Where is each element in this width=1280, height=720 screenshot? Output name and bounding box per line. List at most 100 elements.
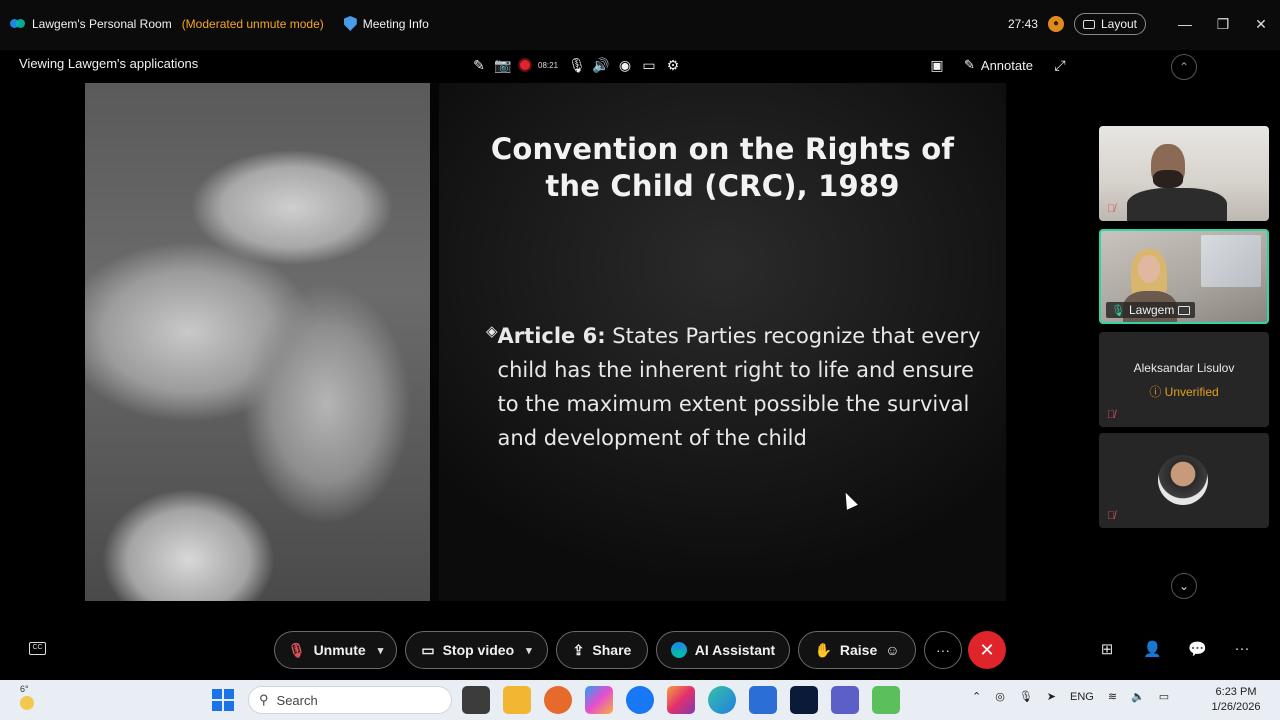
task-view-icon[interactable] <box>462 686 490 714</box>
chat-icon[interactable]: 💬 <box>1188 640 1207 658</box>
unmute-button[interactable]: 🎙 Unmute ▾ <box>274 631 397 669</box>
battery-icon[interactable]: ▭ <box>1159 690 1169 703</box>
restore-icon[interactable]: ❐ <box>1204 12 1242 36</box>
share-info-bar: Viewing Lawgem's applications ✎ 📷 08:21 … <box>0 50 1280 82</box>
copilot-icon[interactable] <box>585 686 613 714</box>
annotate-button[interactable]: ✎ Annotate <box>964 57 1033 73</box>
participant-status: ⓘ Unverified <box>1099 383 1269 400</box>
webex-icon[interactable] <box>790 686 818 714</box>
weather-temp: 6° <box>20 684 29 694</box>
more-options-button[interactable]: ··· <box>924 631 962 669</box>
annotate-label: Annotate <box>980 57 1033 73</box>
participant-name: Lawgem <box>1128 303 1175 317</box>
microphone-icon[interactable]: 🎙 <box>568 56 586 74</box>
participant-tile-active[interactable]: 🎙 Lawgem <box>1099 229 1269 324</box>
weather-widget[interactable]: 6° <box>20 684 34 710</box>
settings-gear-icon[interactable]: ⚙ <box>664 56 682 74</box>
title-bar: Lawgem's Personal Room (Moderated unmute… <box>0 0 1280 50</box>
edge-icon[interactable] <box>708 686 736 714</box>
webcam-icon[interactable]: ◉ <box>616 56 634 74</box>
diamond-bullet-icon: ◈ <box>486 323 498 340</box>
reactions-icon[interactable]: ☺ <box>885 642 899 658</box>
volume-icon[interactable]: 🔈 <box>1131 690 1145 703</box>
share-button[interactable]: ⇪ Share <box>556 631 648 669</box>
ai-assistant-button[interactable]: AI Assistant <box>656 631 790 669</box>
start-button[interactable] <box>212 689 234 711</box>
more-icon[interactable]: ··· <box>1233 640 1251 658</box>
chevron-down-icon[interactable]: ▾ <box>526 644 532 657</box>
ai-assistant-label: AI Assistant <box>694 642 776 658</box>
leave-meeting-button[interactable]: ✕ <box>968 631 1006 669</box>
title-right: 27:43 ● Layout — ❐ ✕ <box>1008 12 1280 36</box>
chevron-up-icon[interactable]: ⌃ <box>972 690 981 703</box>
avatar <box>1158 455 1208 505</box>
video-camera-icon: ▭ <box>421 641 435 658</box>
participant-tile[interactable]: 🎙̸ <box>1099 126 1269 221</box>
background-screen <box>1201 235 1261 287</box>
chevron-down-icon[interactable]: ▾ <box>378 644 384 657</box>
record-icon[interactable] <box>518 58 532 72</box>
participant-beard <box>1153 170 1183 188</box>
close-icon[interactable]: ✕ <box>1242 12 1280 36</box>
title-left: Lawgem's Personal Room (Moderated unmute… <box>10 16 429 31</box>
chevron-down-icon: ⌄ <box>1178 579 1190 593</box>
language-indicator[interactable]: ENG <box>1070 691 1094 703</box>
network-status-icon[interactable]: ◎ <box>995 690 1005 703</box>
wifi-icon[interactable]: ≋ <box>1108 690 1117 703</box>
facebook-icon[interactable] <box>626 686 654 714</box>
clock-time: 6:23 PM <box>1215 686 1257 698</box>
shield-icon <box>343 16 357 31</box>
webex-logo-icon <box>10 18 26 30</box>
record-time: 08:21 <box>538 60 559 70</box>
share-screen-icon: ⇪ <box>572 641 585 658</box>
layout-icon <box>1082 19 1095 29</box>
notification-icon[interactable]: ● <box>1047 16 1064 32</box>
mic-tray-icon[interactable]: 🎙 <box>1019 690 1033 703</box>
mic-muted-icon: 🎙̸ <box>1107 510 1116 522</box>
raise-label: Raise <box>839 642 878 658</box>
speaker-icon[interactable]: 🔊 <box>592 56 610 74</box>
unverified-label: Unverified <box>1164 385 1219 399</box>
taskbar-search[interactable]: ⚲ Search <box>248 686 452 714</box>
captions-icon[interactable]: CC <box>29 642 46 655</box>
mic-muted-icon: 🎙̸ <box>1107 409 1116 421</box>
panel-controls: ⊞ 👤 💬 ··· <box>1098 640 1251 658</box>
participants-icon[interactable]: 👤 <box>1143 640 1162 658</box>
remote-control-icon[interactable]: ▣ <box>928 56 946 74</box>
shared-slide: Convention on the Rights of the Child (C… <box>85 83 1006 601</box>
pin-icon[interactable]: ✎ <box>470 56 488 74</box>
participant-tile[interactable]: 🎙̸ <box>1099 433 1269 528</box>
camera-icon[interactable]: 📷 <box>494 56 512 74</box>
file-explorer-icon[interactable] <box>503 686 531 714</box>
participant-tile[interactable]: Aleksandar Lisulov ⓘ Unverified 🎙̸ <box>1099 332 1269 427</box>
send-icon[interactable]: ➤ <box>1047 690 1056 703</box>
scroll-down-button[interactable]: ⌄ <box>1171 573 1197 599</box>
mic-muted-icon: 🎙 <box>287 641 306 658</box>
taskbar-clock[interactable]: 6:23 PM 1/26/2026 <box>1208 685 1264 715</box>
app-green-icon[interactable] <box>872 686 900 714</box>
teams-icon[interactable] <box>831 686 859 714</box>
slide-text-panel: Convention on the Rights of the Child (C… <box>439 83 1006 601</box>
windows-logo-icon <box>212 689 222 699</box>
close-icon: ✕ <box>979 640 995 660</box>
viewing-label: Viewing Lawgem's applications <box>19 56 199 71</box>
store-icon[interactable] <box>749 686 777 714</box>
raise-button[interactable]: ✋ Raise ☺ <box>798 631 916 669</box>
stop-video-button[interactable]: ▭ Stop video ▾ <box>405 631 548 669</box>
fullscreen-icon[interactable]: ⤢ <box>1051 56 1069 74</box>
firefox-icon[interactable] <box>544 686 572 714</box>
instagram-icon[interactable] <box>667 686 695 714</box>
ellipsis-icon: ··· <box>936 642 950 658</box>
windows-taskbar: 6° ⚲ Search ⌃ ◎ 🎙 ➤ ENG ≋ 🔈 ▭ 6:23 PM 1/… <box>0 680 1280 720</box>
sharing-icon <box>1178 305 1191 315</box>
meeting-info-button[interactable]: Meeting Info <box>343 16 429 31</box>
clock-date: 1/26/2026 <box>1211 701 1261 713</box>
apps-icon[interactable]: ⊞ <box>1098 640 1116 658</box>
layout-button[interactable]: Layout <box>1073 13 1146 35</box>
scroll-up-button[interactable]: ⌃ <box>1171 54 1197 80</box>
participant-name: Aleksandar Lisulov <box>1133 361 1235 375</box>
screen-icon[interactable]: ▭ <box>640 56 658 74</box>
mic-on-icon: 🎙 <box>1111 304 1125 317</box>
minimize-icon[interactable]: — <box>1166 12 1204 36</box>
room-title: Lawgem's Personal Room <box>32 16 172 31</box>
